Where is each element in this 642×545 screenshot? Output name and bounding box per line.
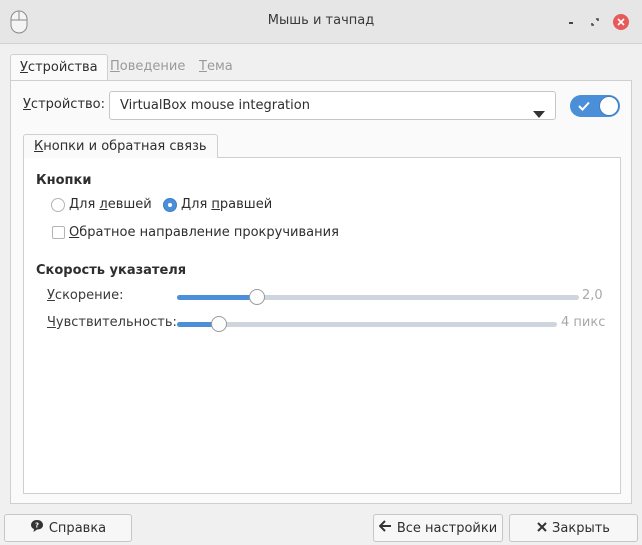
window-title: Мышь и тачпад [267, 13, 375, 28]
acceleration-label: Ускорение: [47, 288, 124, 303]
pointer-speed-title: Скорость указателя [36, 263, 187, 278]
acceleration-value: 2,0 [582, 288, 603, 303]
buttons-section-title: Кнопки [36, 173, 92, 188]
left-handed-label: Для левшей [69, 197, 152, 212]
checkbox-reverse-scroll[interactable] [52, 226, 65, 239]
reverse-scroll-checkbox[interactable]: Обратное направление прокручивания [52, 225, 339, 240]
acceleration-slider-thumb[interactable] [249, 289, 265, 305]
tab-behavior[interactable]: Поведение [101, 54, 194, 81]
sensitivity-slider-thumb[interactable] [211, 316, 227, 332]
arrow-left-icon [378, 520, 397, 536]
reverse-scroll-label: Обратное направление прокручивания [69, 225, 339, 240]
sensitivity-value: 4 пикс [561, 315, 606, 330]
acceleration-slider[interactable] [177, 289, 579, 305]
tab-devices[interactable]: Устройства [10, 54, 108, 81]
tab-buttons-feedback[interactable]: Кнопки и обратная связь [23, 134, 218, 158]
device-enabled-toggle[interactable] [570, 95, 620, 117]
all-settings-label: Все настройки [396, 520, 498, 536]
title-bar: Мышь и тачпад [0, 0, 642, 44]
right-handed-radio[interactable]: Для правшей [163, 197, 272, 212]
sensitivity-label: Чувствительность: [47, 315, 177, 330]
close-icon [537, 521, 552, 536]
device-label: Устройство: [23, 97, 106, 112]
minimize-icon[interactable] [563, 14, 579, 30]
sensitivity-slider[interactable] [177, 316, 557, 332]
device-select[interactable]: VirtualBox mouse integration [109, 91, 556, 120]
toggle-knob [599, 96, 619, 116]
close-button[interactable]: Закрыть [509, 514, 638, 542]
buttons-feedback-panel: Кнопки Для левшей Для правшей Обратное н… [23, 157, 621, 494]
close-window-icon[interactable] [613, 14, 629, 30]
device-select-value: VirtualBox mouse integration [120, 98, 310, 113]
tab-theme[interactable]: Тема [190, 54, 242, 81]
close-button-label: Закрыть [552, 520, 610, 536]
help-button-label: Справка [48, 520, 107, 536]
devices-panel: Устройство: VirtualBox mouse integration… [10, 80, 632, 504]
chevron-down-icon [533, 102, 545, 129]
help-button[interactable]: ? Справка [4, 514, 132, 542]
left-handed-radio[interactable]: Для левшей [51, 197, 152, 212]
acceleration-slider-fill [177, 295, 257, 300]
svg-text:?: ? [35, 522, 39, 530]
radio-right-handed[interactable] [163, 197, 177, 212]
right-handed-label: Для правшей [181, 197, 273, 212]
maximize-icon[interactable] [587, 14, 603, 30]
radio-left-handed[interactable] [51, 197, 65, 212]
check-icon [578, 100, 590, 115]
all-settings-button[interactable]: Все настройки [373, 514, 503, 542]
help-icon: ? [30, 519, 49, 537]
